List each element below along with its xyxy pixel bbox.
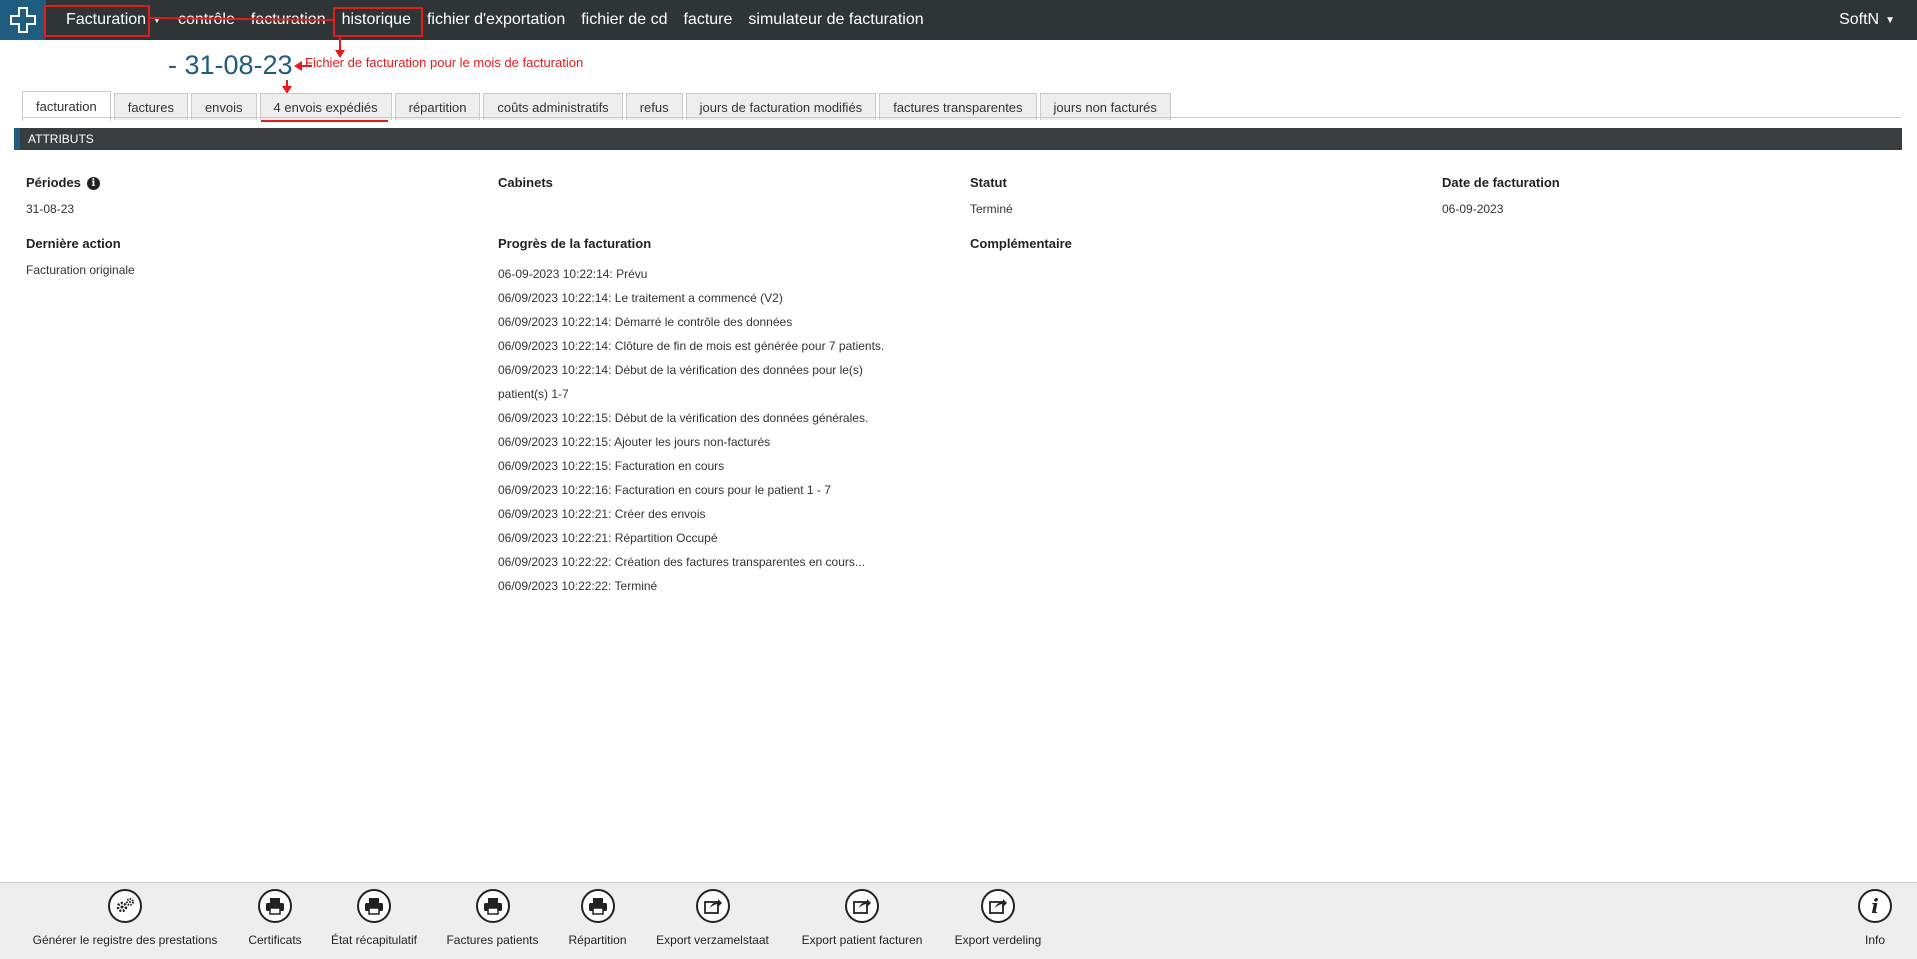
nav-facturation-menu[interactable]: Facturation ▼ bbox=[50, 0, 170, 40]
tab-factures-transparentes[interactable]: factures transparentes bbox=[879, 93, 1037, 120]
nav-facturation-label: Facturation bbox=[66, 11, 147, 28]
chevron-down-icon: ▼ bbox=[1885, 14, 1895, 26]
progress-line: 06/09/2023 10:22:22: Création des factur… bbox=[498, 555, 865, 569]
complementaire-label: Complémentaire bbox=[970, 236, 1072, 251]
printer-icon bbox=[258, 889, 292, 923]
progress-log: 06-09-2023 10:22:14: Prévu 06/09/2023 10… bbox=[498, 262, 938, 598]
periodes-label: Périodes i bbox=[26, 175, 100, 191]
top-navbar: Facturation ▼ contrôle facturation histo… bbox=[0, 0, 1917, 40]
progress-line: 06/09/2023 10:22:15: Début de la vérific… bbox=[498, 411, 869, 425]
certificats-label: Certificats bbox=[248, 933, 302, 947]
factures-patients-label: Factures patients bbox=[446, 933, 539, 947]
export-verdeling-label: Export verdeling bbox=[954, 933, 1042, 947]
nav-simulateur[interactable]: simulateur de facturation bbox=[740, 0, 931, 40]
periodes-label-text: Périodes bbox=[26, 175, 81, 190]
info-label: Info bbox=[1864, 933, 1885, 947]
etat-recapitulatif-button[interactable]: État récapitulatif bbox=[324, 889, 424, 947]
repartition-label: Répartition bbox=[568, 933, 627, 947]
factures-patients-button[interactable]: Factures patients bbox=[440, 889, 545, 947]
tab-jours-modifies[interactable]: jours de facturation modifiés bbox=[685, 93, 877, 120]
progress-line: 06/09/2023 10:22:21: Répartition Occupé bbox=[498, 531, 718, 545]
export-verzamelstaat-label: Export verzamelstaat bbox=[656, 933, 769, 947]
page-title: - 31-08-23 bbox=[168, 50, 293, 80]
generer-registre-label: Générer le registre des prestations bbox=[32, 933, 218, 947]
cross-logo-icon bbox=[10, 7, 36, 33]
progress-line: patient(s) 1-7 bbox=[498, 387, 569, 401]
export-verdeling-button[interactable]: Export verdeling bbox=[948, 889, 1048, 947]
nav-fichier-exportation[interactable]: fichier d'exportation bbox=[419, 0, 573, 40]
app-logo[interactable] bbox=[0, 0, 46, 40]
nav-facturation[interactable]: facturation bbox=[243, 0, 334, 40]
tab-bar: facturation factures envois 4 envois exp… bbox=[22, 90, 1174, 121]
export-verzamelstaat-button[interactable]: Export verzamelstaat bbox=[650, 889, 775, 947]
nav-facture[interactable]: facture bbox=[675, 0, 740, 40]
cabinets-label: Cabinets bbox=[498, 175, 553, 190]
tab-refus[interactable]: refus bbox=[625, 93, 683, 120]
date-facturation-value: 06-09-2023 bbox=[1442, 202, 1504, 216]
repartition-button[interactable]: Répartition bbox=[560, 889, 635, 947]
tab-repartition[interactable]: répartition bbox=[394, 93, 481, 120]
tabs-divider bbox=[22, 117, 1901, 118]
printer-icon bbox=[475, 889, 510, 923]
tab-jours-non-factures[interactable]: jours non facturés bbox=[1039, 93, 1171, 120]
user-name: SoftN bbox=[1839, 11, 1880, 28]
export-patient-facturen-label: Export patient facturen bbox=[801, 933, 923, 947]
info-button[interactable]: i Info bbox=[1855, 889, 1895, 947]
nav-controle[interactable]: contrôle bbox=[170, 0, 243, 40]
statut-value: Terminé bbox=[970, 202, 1013, 216]
chevron-down-icon: ▼ bbox=[152, 14, 162, 26]
progress-line: 06/09/2023 10:22:15: Facturation en cour… bbox=[498, 459, 725, 473]
progress-line: 06-09-2023 10:22:14: Prévu bbox=[498, 267, 648, 281]
generer-registre-button[interactable]: Générer le registre des prestations bbox=[25, 889, 225, 947]
info-icon: i bbox=[1858, 889, 1892, 923]
progress-line: 06/09/2023 10:22:14: Début de la vérific… bbox=[498, 363, 863, 377]
progress-line: 06/09/2023 10:22:21: Créer des envois bbox=[498, 507, 706, 521]
annotation-text: Fichier de facturation pour le mois de f… bbox=[305, 55, 584, 70]
tab-factures[interactable]: factures bbox=[113, 93, 188, 120]
tab-envois-expedies[interactable]: 4 envois expédiés bbox=[259, 93, 392, 120]
gears-icon bbox=[108, 889, 142, 923]
printer-icon bbox=[580, 889, 615, 923]
user-menu[interactable]: SoftN ▼ bbox=[1839, 0, 1895, 40]
export-icon bbox=[981, 889, 1015, 923]
etat-recapitulatif-label: État récapitulatif bbox=[330, 933, 418, 947]
certificats-button[interactable]: Certificats bbox=[240, 889, 310, 947]
progress-line: 06/09/2023 10:22:14: Démarré le contrôle… bbox=[498, 315, 793, 329]
progres-label: Progrès de la facturation bbox=[498, 236, 652, 251]
info-icon[interactable]: i bbox=[86, 177, 100, 191]
tab-envois[interactable]: envois bbox=[190, 93, 257, 120]
progress-line: 06/09/2023 10:22:15: Ajouter les jours n… bbox=[498, 435, 771, 449]
periodes-value: 31-08-23 bbox=[26, 202, 75, 216]
date-facturation-label: Date de facturation bbox=[1442, 175, 1560, 190]
progress-line: 06/09/2023 10:22:22: Terminé bbox=[498, 579, 658, 593]
export-icon bbox=[695, 889, 730, 923]
progress-line: 06/09/2023 10:22:16: Facturation en cour… bbox=[498, 483, 831, 497]
export-patient-facturen-button[interactable]: Export patient facturen bbox=[792, 889, 932, 947]
attributes-header: ATTRIBUTS bbox=[14, 128, 1902, 150]
progress-line: 06/09/2023 10:22:14: Clôture de fin de m… bbox=[498, 339, 885, 353]
derniere-action-value: Facturation originale bbox=[26, 263, 135, 277]
printer-icon bbox=[357, 889, 391, 923]
tab-couts-administratifs[interactable]: coûts administratifs bbox=[483, 93, 623, 120]
export-icon bbox=[845, 889, 879, 923]
nav-fichier-cd[interactable]: fichier de cd bbox=[573, 0, 675, 40]
nav-historique[interactable]: historique bbox=[334, 0, 419, 40]
derniere-action-label: Dernière action bbox=[26, 236, 121, 251]
statut-label: Statut bbox=[970, 175, 1007, 190]
progress-line: 06/09/2023 10:22:14: Le traitement a com… bbox=[498, 291, 783, 305]
bottom-toolbar: Générer le registre des prestations Cert… bbox=[0, 882, 1917, 959]
